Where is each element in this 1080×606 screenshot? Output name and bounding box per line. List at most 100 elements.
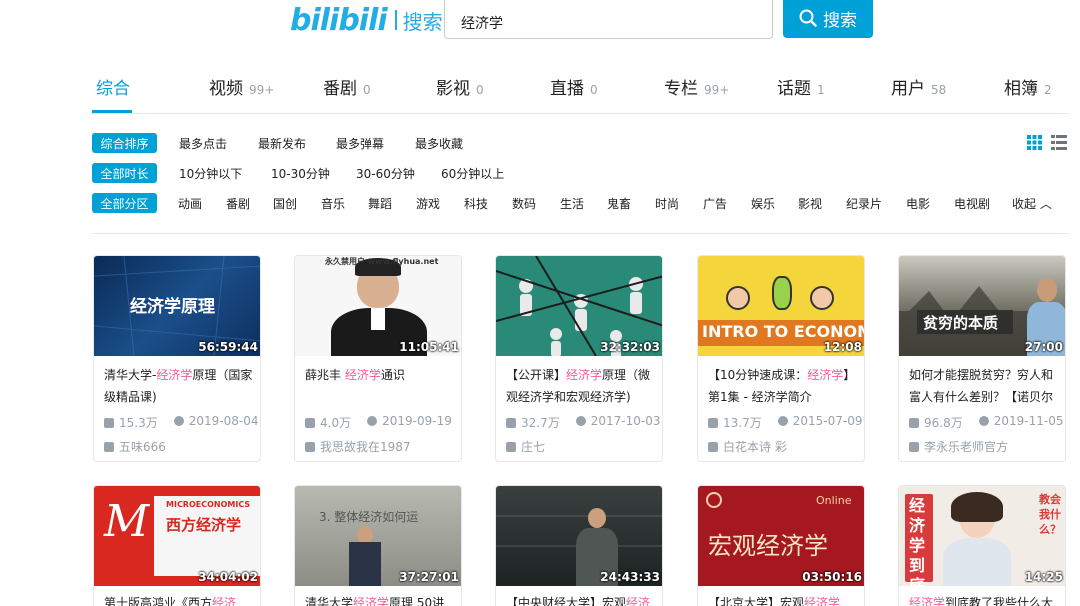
- zone-option[interactable]: 电视剧: [954, 195, 990, 212]
- title-text: 清华大学: [305, 596, 354, 606]
- logo-text: bilibili: [290, 2, 388, 38]
- title-keyword: 经济学: [156, 368, 193, 382]
- grid-view-icon[interactable]: [1027, 135, 1042, 154]
- video-duration: 32:32:03: [600, 340, 660, 354]
- video-thumbnail[interactable]: Online 宏观经济学 03:50:16: [698, 486, 864, 586]
- video-meta: 15.3万 2019-08-04: [104, 414, 260, 431]
- search-input[interactable]: 经济学: [444, 0, 773, 39]
- video-title[interactable]: 清华大学经济学原理 50讲: [305, 592, 455, 606]
- zone-option[interactable]: 电影: [906, 195, 930, 212]
- duration-filter-selected[interactable]: 全部时长: [92, 163, 157, 183]
- title-text: 清华大学-: [104, 368, 157, 382]
- video-title[interactable]: 【北京大学】宏观经济学: [708, 592, 858, 606]
- video-title[interactable]: 第十版高鸿业《西方经济: [104, 592, 254, 606]
- sort-option[interactable]: 最多收藏: [415, 135, 463, 152]
- video-title[interactable]: 薛兆丰 经济学通识: [305, 364, 455, 408]
- duration-filter-row: 全部时长 10分钟以下 10-30分钟 30-60分钟 60分钟以上: [92, 163, 1072, 185]
- uploader-link[interactable]: 我思故我在1987: [305, 438, 411, 455]
- video-card[interactable]: 经济学到底 教会我什么？ 14:25 经济学到底教了我些什么大道: [898, 485, 1066, 606]
- tab-video[interactable]: 视频 99+: [209, 74, 274, 99]
- video-title[interactable]: 如何才能摆脱贫穷？穷人和富人有什么差别？【诺贝尔: [909, 364, 1059, 408]
- zone-option[interactable]: 生活: [560, 195, 584, 212]
- zone-option[interactable]: 数码: [512, 195, 536, 212]
- upload-date-value: 2015-07-09: [792, 414, 863, 428]
- bilibili-logo[interactable]: bilibili 搜索: [290, 2, 443, 38]
- zone-option[interactable]: 影视: [798, 195, 822, 212]
- view-count-value: 15.3万: [119, 416, 158, 430]
- video-thumbnail[interactable]: M MICROECONOMICS 西方经济学 34:04:02: [94, 486, 260, 586]
- video-thumbnail[interactable]: 32:32:03: [496, 256, 662, 356]
- upload-date-value: 2019-11-05: [993, 414, 1064, 428]
- video-duration: 12:08: [823, 340, 862, 354]
- video-thumbnail[interactable]: 经济学到底 教会我什么？ 14:25: [899, 486, 1065, 586]
- uploader-link[interactable]: 五味666: [104, 438, 166, 455]
- zone-option[interactable]: 番剧: [226, 195, 250, 212]
- tab-topic[interactable]: 话题 1: [777, 74, 825, 99]
- search-icon: [799, 9, 817, 27]
- title-text: 原理 50讲: [389, 596, 445, 606]
- video-title[interactable]: 【10分钟速成课：经济学】第1集 - 经济学简介: [708, 364, 858, 408]
- tab-user[interactable]: 用户 58: [891, 74, 946, 99]
- duration-option[interactable]: 30-60分钟: [356, 165, 415, 182]
- tab-bangumi[interactable]: 番剧 0: [323, 74, 371, 99]
- zone-option[interactable]: 广告: [703, 195, 727, 212]
- video-card[interactable]: M MICROECONOMICS 西方经济学 34:04:02 第十版高鸿业《西…: [93, 485, 261, 606]
- duration-option[interactable]: 60分钟以上: [441, 165, 504, 182]
- zone-option[interactable]: 游戏: [416, 195, 440, 212]
- zone-option[interactable]: 音乐: [321, 195, 345, 212]
- tab-article[interactable]: 专栏 99+: [664, 74, 729, 99]
- clock-icon: [367, 416, 378, 426]
- list-view-icon[interactable]: [1051, 135, 1067, 154]
- zone-option[interactable]: 时尚: [655, 195, 679, 212]
- video-thumbnail[interactable]: 24:43:33: [496, 486, 662, 586]
- zone-option[interactable]: 舞蹈: [368, 195, 392, 212]
- view-count: 96.8万: [909, 414, 963, 431]
- video-card[interactable]: 贫穷的本质 27:00 如何才能摆脱贫穷？穷人和富人有什么差别？【诺贝尔 96.…: [898, 255, 1066, 462]
- tab-live[interactable]: 直播 0: [550, 74, 598, 99]
- duration-option[interactable]: 10分钟以下: [179, 165, 242, 182]
- video-card[interactable]: 24:43:33 【中央财经大学】宏观经济: [495, 485, 663, 606]
- video-title[interactable]: 【中央财经大学】宏观经济: [506, 592, 656, 606]
- upload-date: 2017-10-03: [575, 414, 660, 431]
- sort-option[interactable]: 最多弹幕: [336, 135, 384, 152]
- video-card[interactable]: 32:32:03 【公开课】经济学原理（微观经济学和宏观经济学) 32.7万 2…: [495, 255, 663, 462]
- video-card[interactable]: Online 宏观经济学 03:50:16 【北京大学】宏观经济学: [697, 485, 865, 606]
- video-title[interactable]: 【公开课】经济学原理（微观经济学和宏观经济学): [506, 364, 656, 408]
- sort-option[interactable]: 最多点击: [179, 135, 227, 152]
- tab-film[interactable]: 影视 0: [436, 74, 484, 99]
- video-card[interactable]: INTRO TO ECONOMICS 12:08 【10分钟速成课：经济学】第1…: [697, 255, 865, 462]
- clock-icon: [575, 416, 586, 426]
- zone-option[interactable]: 娱乐: [751, 195, 775, 212]
- zone-option[interactable]: 纪录片: [846, 195, 882, 212]
- uploader-link[interactable]: 白花本诗 彩: [708, 438, 787, 455]
- sort-option[interactable]: 最新发布: [258, 135, 306, 152]
- zone-option[interactable]: 国创: [273, 195, 297, 212]
- tab-photo[interactable]: 相簿 2: [1004, 74, 1052, 99]
- tab-all[interactable]: 综合: [96, 74, 130, 99]
- duration-option[interactable]: 10-30分钟: [271, 165, 330, 182]
- zone-option[interactable]: 鬼畜: [607, 195, 631, 212]
- video-thumbnail[interactable]: 永久禁用户 www.flyhua.net 11:05:41: [295, 256, 461, 356]
- zone-option[interactable]: 科技: [464, 195, 488, 212]
- play-icon: [506, 418, 516, 428]
- uploader-link[interactable]: 李永乐老师官方: [909, 438, 1008, 455]
- zone-collapse-toggle[interactable]: 收起 ︿: [1012, 195, 1052, 212]
- title-text: 如何才能摆脱贫穷？穷人和富人有什么差别？【诺贝尔: [909, 368, 1054, 404]
- video-thumbnail[interactable]: 经济学原理 56:59:44: [94, 256, 260, 356]
- uploader-name: 我思故我在1987: [320, 440, 411, 454]
- video-thumbnail[interactable]: 3. 整体经济如何运 37:27:01: [295, 486, 461, 586]
- video-duration: 11:05:41: [399, 340, 459, 354]
- search-button[interactable]: 搜索: [783, 0, 873, 38]
- video-card[interactable]: 3. 整体经济如何运 37:27:01 清华大学经济学原理 50讲: [294, 485, 462, 606]
- video-card[interactable]: 经济学原理 56:59:44 清华大学-经济学原理（国家级精品课) 15.3万 …: [93, 255, 261, 462]
- uploader-name: 白花本诗 彩: [723, 440, 787, 454]
- video-card[interactable]: 永久禁用户 www.flyhua.net 11:05:41 薛兆丰 经济学通识 …: [294, 255, 462, 462]
- zone-filter-selected[interactable]: 全部分区: [92, 193, 157, 213]
- video-title[interactable]: 经济学到底教了我些什么大道: [909, 592, 1059, 606]
- uploader-link[interactable]: 庄七: [506, 438, 545, 455]
- zone-option[interactable]: 动画: [178, 195, 202, 212]
- video-title[interactable]: 清华大学-经济学原理（国家级精品课): [104, 364, 254, 408]
- video-thumbnail[interactable]: 贫穷的本质 27:00: [899, 256, 1065, 356]
- video-thumbnail[interactable]: INTRO TO ECONOMICS 12:08: [698, 256, 864, 356]
- sort-filter-selected[interactable]: 综合排序: [92, 133, 157, 153]
